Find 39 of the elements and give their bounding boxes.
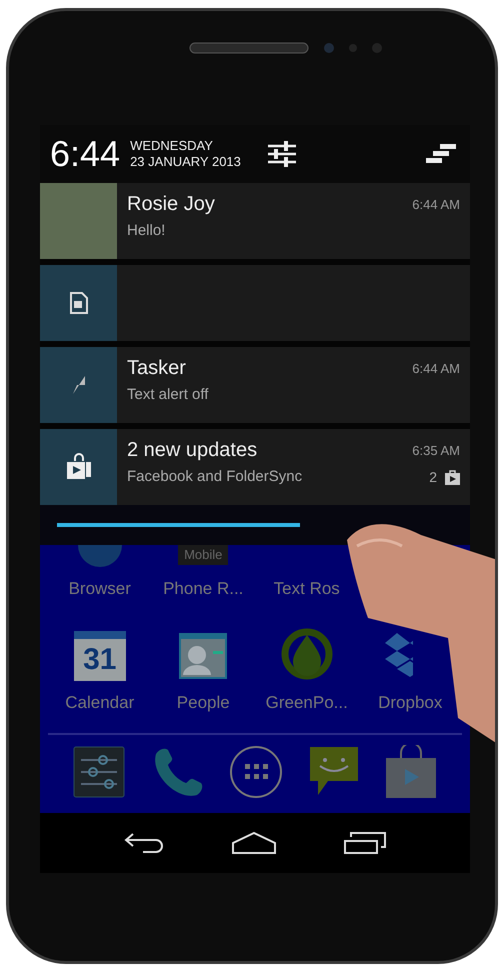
notification-time: 6:44 AM xyxy=(412,361,460,376)
notification-card[interactable]: Tasker 6:44 AM Text alert off xyxy=(40,347,470,423)
sim-card-icon xyxy=(68,292,88,314)
shopping-bag-icon[interactable] xyxy=(385,745,438,799)
notification-card[interactable]: Rosie Joy 6:44 AM Hello! xyxy=(40,183,470,259)
notification-text: Facebook and FolderSync xyxy=(127,468,302,485)
update-count: 2 xyxy=(429,468,437,484)
home-icon[interactable] xyxy=(231,831,277,855)
quick-settings-icon[interactable] xyxy=(266,140,297,168)
notification-title: 2 new updates xyxy=(127,439,258,462)
app-label: GreenPo... xyxy=(266,693,348,713)
notification-text: Hello! xyxy=(127,222,166,239)
app-label: People xyxy=(176,693,230,713)
notification-title: Tasker xyxy=(127,357,186,380)
date: 23 JANUARY 2013 xyxy=(130,154,241,170)
app-label: Calendar xyxy=(65,693,134,713)
speaker-grille-icon xyxy=(189,42,309,54)
app-label: Dropbox xyxy=(378,693,442,713)
clock-time: 6:44 xyxy=(50,133,120,175)
recent-apps-icon[interactable] xyxy=(343,831,387,855)
notification-time: 6:35 AM xyxy=(412,443,460,458)
settings-icon[interactable] xyxy=(72,746,125,798)
app-label: Phone R... xyxy=(163,579,244,599)
back-icon[interactable] xyxy=(123,831,165,855)
notification-title: Rosie Joy xyxy=(127,193,215,216)
app-drawer-icon[interactable] xyxy=(228,745,283,799)
shopping-bag-icon xyxy=(445,468,460,484)
notification-time: 6:44 AM xyxy=(412,197,460,212)
clear-notifications-icon[interactable] xyxy=(426,143,456,165)
calendar-icon[interactable]: 31 xyxy=(74,631,126,681)
panel-handle[interactable] xyxy=(57,523,300,527)
shopping-bag-icon xyxy=(64,453,92,481)
lightning-icon xyxy=(72,375,86,395)
notification-text: Text alert off xyxy=(127,386,208,403)
camera-icon xyxy=(323,41,383,55)
app-label: Browser xyxy=(68,579,131,599)
notification-card[interactable]: 2 new updates 6:35 AM Facebook and FolderSync 2 xyxy=(40,429,470,505)
app-label: Text Ros xyxy=(274,579,340,599)
weekday: WEDNESDAY xyxy=(130,138,214,154)
